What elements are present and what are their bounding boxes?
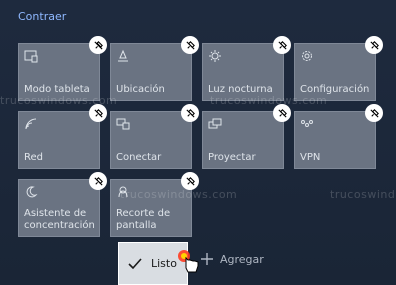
collapse-link[interactable]: Contraer (18, 10, 66, 23)
tile-recorte[interactable]: Recorte de pantalla (110, 172, 199, 237)
unpin-icon[interactable] (273, 104, 291, 122)
tile-label: Proyectar (208, 152, 256, 163)
tile-label: VPN (300, 152, 321, 163)
unpin-icon[interactable] (273, 36, 291, 54)
project-icon (208, 118, 222, 129)
checkmark-icon (128, 257, 142, 269)
tile-proyectar[interactable]: Proyectar (202, 104, 291, 169)
add-label: Agregar (220, 252, 264, 266)
moon-icon (26, 186, 38, 198)
unpin-icon[interactable] (89, 36, 107, 54)
tile-label: Conectar (116, 152, 162, 163)
add-button[interactable]: Agregar (200, 252, 264, 266)
location-icon (118, 49, 128, 62)
tile-label: Configuración (300, 84, 370, 95)
connect-icon (116, 118, 130, 130)
tile-label: Ubicación (116, 84, 165, 95)
tile-luz-nocturna[interactable]: Luz nocturna (202, 36, 291, 101)
unpin-icon[interactable] (365, 36, 383, 54)
night-light-icon (209, 50, 221, 62)
snip-icon (118, 186, 128, 198)
gear-icon (302, 51, 312, 61)
tile-label: Luz nocturna (208, 84, 273, 95)
hand-cursor-icon (178, 250, 199, 273)
tile-red[interactable]: Red (18, 104, 107, 169)
plus-icon (201, 253, 213, 265)
unpin-icon[interactable] (89, 172, 107, 190)
tile-label: Asistente de concentración (24, 208, 95, 231)
tile-vpn[interactable]: VPN (294, 104, 383, 169)
tile-label: Red (24, 152, 43, 163)
unpin-icon[interactable] (181, 104, 199, 122)
unpin-icon[interactable] (181, 36, 199, 54)
unpin-icon[interactable] (89, 104, 107, 122)
tile-ubicacion[interactable]: Ubicación (110, 36, 199, 101)
tile-label: Recorte de pantalla (116, 208, 171, 231)
done-label: Listo (151, 257, 177, 270)
tile-configuracion[interactable]: Configuración (294, 36, 383, 101)
tile-modo-tableta[interactable]: Modo tableta (18, 36, 107, 101)
tile-asistente[interactable]: Asistente de concentración (18, 172, 107, 237)
unpin-icon[interactable] (181, 172, 199, 190)
network-icon (25, 118, 37, 130)
unpin-icon[interactable] (365, 104, 383, 122)
vpn-icon (301, 120, 313, 127)
tile-label: Modo tableta (24, 84, 90, 95)
tablet-icon (24, 50, 38, 63)
tile-conectar[interactable]: Conectar (110, 104, 199, 169)
